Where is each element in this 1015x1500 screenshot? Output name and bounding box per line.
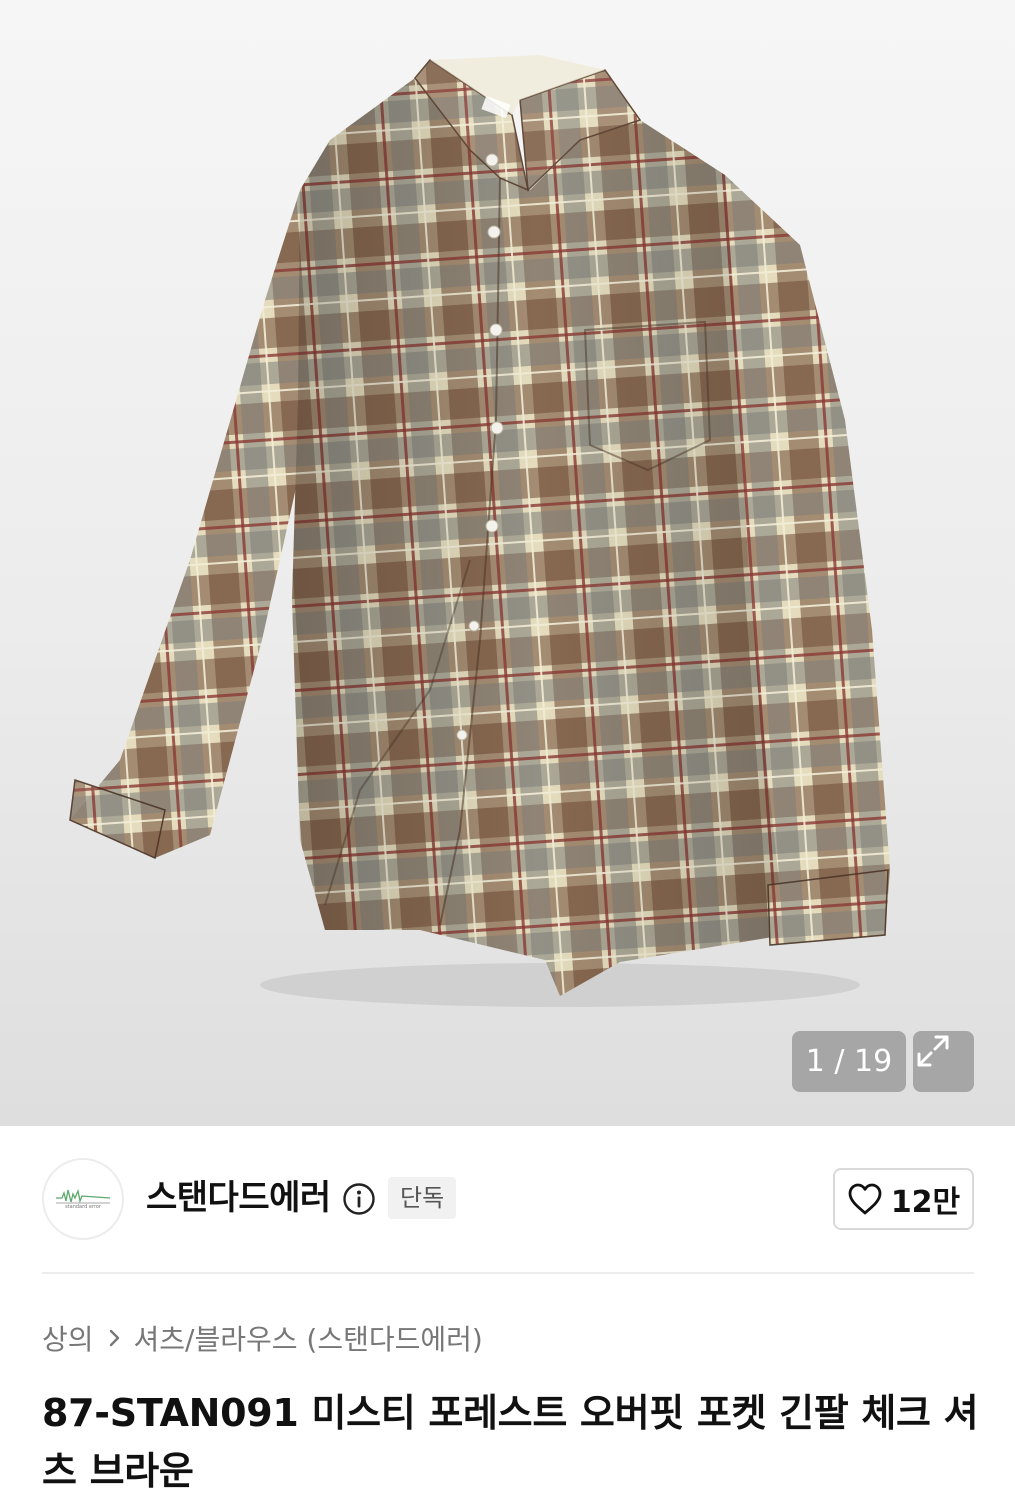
chevron-right-icon bbox=[108, 1327, 122, 1349]
brand-name[interactable]: 스탠다드에러 bbox=[146, 1175, 331, 1221]
expand-button[interactable] bbox=[913, 1031, 974, 1092]
expand-icon bbox=[917, 1035, 949, 1067]
breadcrumb-subcategory[interactable]: 셔츠/블라우스 (스탠다드에러) bbox=[134, 1318, 483, 1358]
exclusive-badge: 단독 bbox=[388, 1177, 457, 1219]
product-image-gallery[interactable]: 1 / 19 bbox=[0, 0, 1015, 1126]
image-counter: 1 / 19 bbox=[792, 1031, 906, 1092]
plaid-shirt-image bbox=[69, 55, 890, 1007]
like-count: 12만 bbox=[890, 1185, 961, 1220]
info-icon[interactable] bbox=[342, 1182, 376, 1216]
brand-logo[interactable]: standard error bbox=[42, 1158, 124, 1240]
product-title: 87-STAN091 미스티 포레스트 오버핏 포켓 긴팔 체크 셔츠 브라운 bbox=[42, 1391, 979, 1493]
like-button[interactable]: 12만 bbox=[833, 1168, 974, 1230]
breadcrumb-category[interactable]: 상의 bbox=[42, 1318, 94, 1358]
brand-logo-image: standard error bbox=[56, 1188, 111, 1210]
breadcrumb: 상의 셔츠/블라우스 (스탠다드에러) bbox=[42, 1316, 483, 1360]
heart-icon bbox=[848, 1183, 882, 1215]
divider bbox=[42, 1272, 974, 1274]
brand-logo-wordmark: standard error bbox=[65, 1204, 102, 1210]
